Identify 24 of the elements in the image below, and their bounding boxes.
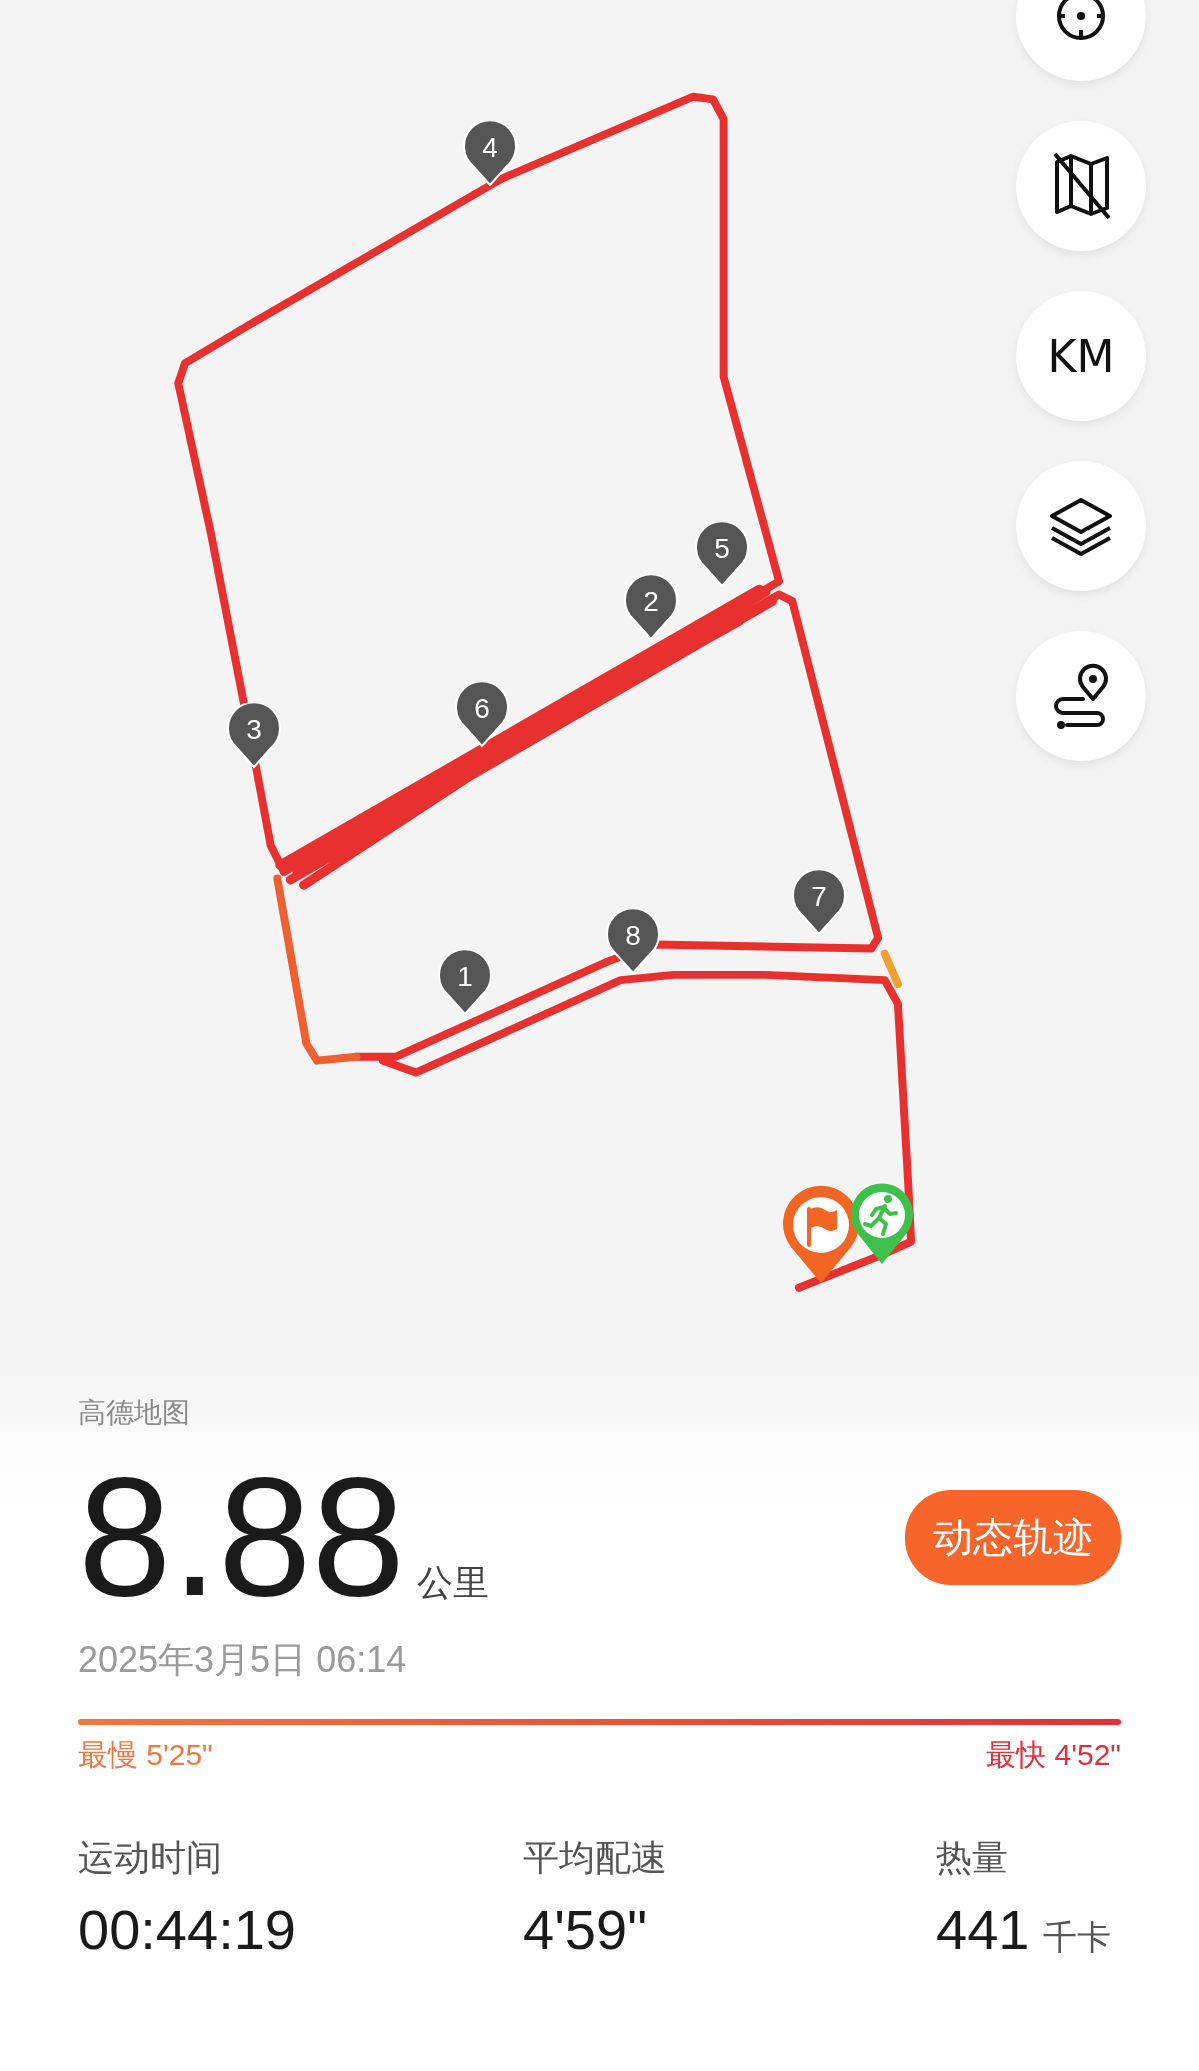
km-marker: 6 — [455, 682, 509, 748]
stat-value: 4'59" — [523, 1897, 647, 1962]
map-attribution: 高德地图 — [78, 1396, 191, 1430]
km-marker: 4 — [463, 121, 517, 187]
stat-label: 热量 — [936, 1836, 1009, 1880]
slowest-pace: 最慢 5'25" — [78, 1737, 213, 1773]
units-button[interactable]: KM — [1016, 291, 1146, 421]
km-marker: 8 — [606, 909, 660, 975]
runner-icon — [849, 1182, 915, 1266]
distance-value: 8.88 — [78, 1452, 405, 1622]
km-marker: 3 — [227, 703, 281, 769]
km-marker: 7 — [792, 870, 846, 936]
stat-label: 平均配速 — [523, 1836, 668, 1880]
km-marker: 5 — [695, 522, 749, 588]
date-time: 2025年3月5日 06:14 — [78, 1638, 408, 1682]
km-marker: 2 — [624, 575, 678, 641]
km-marker: 1 — [438, 950, 492, 1016]
stat-unit: 千卡 — [1043, 1917, 1112, 1958]
distance-unit: 公里 — [417, 1561, 489, 1605]
stat-value: 00:44:19 — [78, 1897, 296, 1962]
fastest-pace: 最快 4'52" — [986, 1737, 1121, 1773]
stat-value: 441 — [936, 1897, 1030, 1962]
finish-flag-icon — [781, 1185, 861, 1285]
stat-label: 运动时间 — [78, 1836, 223, 1880]
